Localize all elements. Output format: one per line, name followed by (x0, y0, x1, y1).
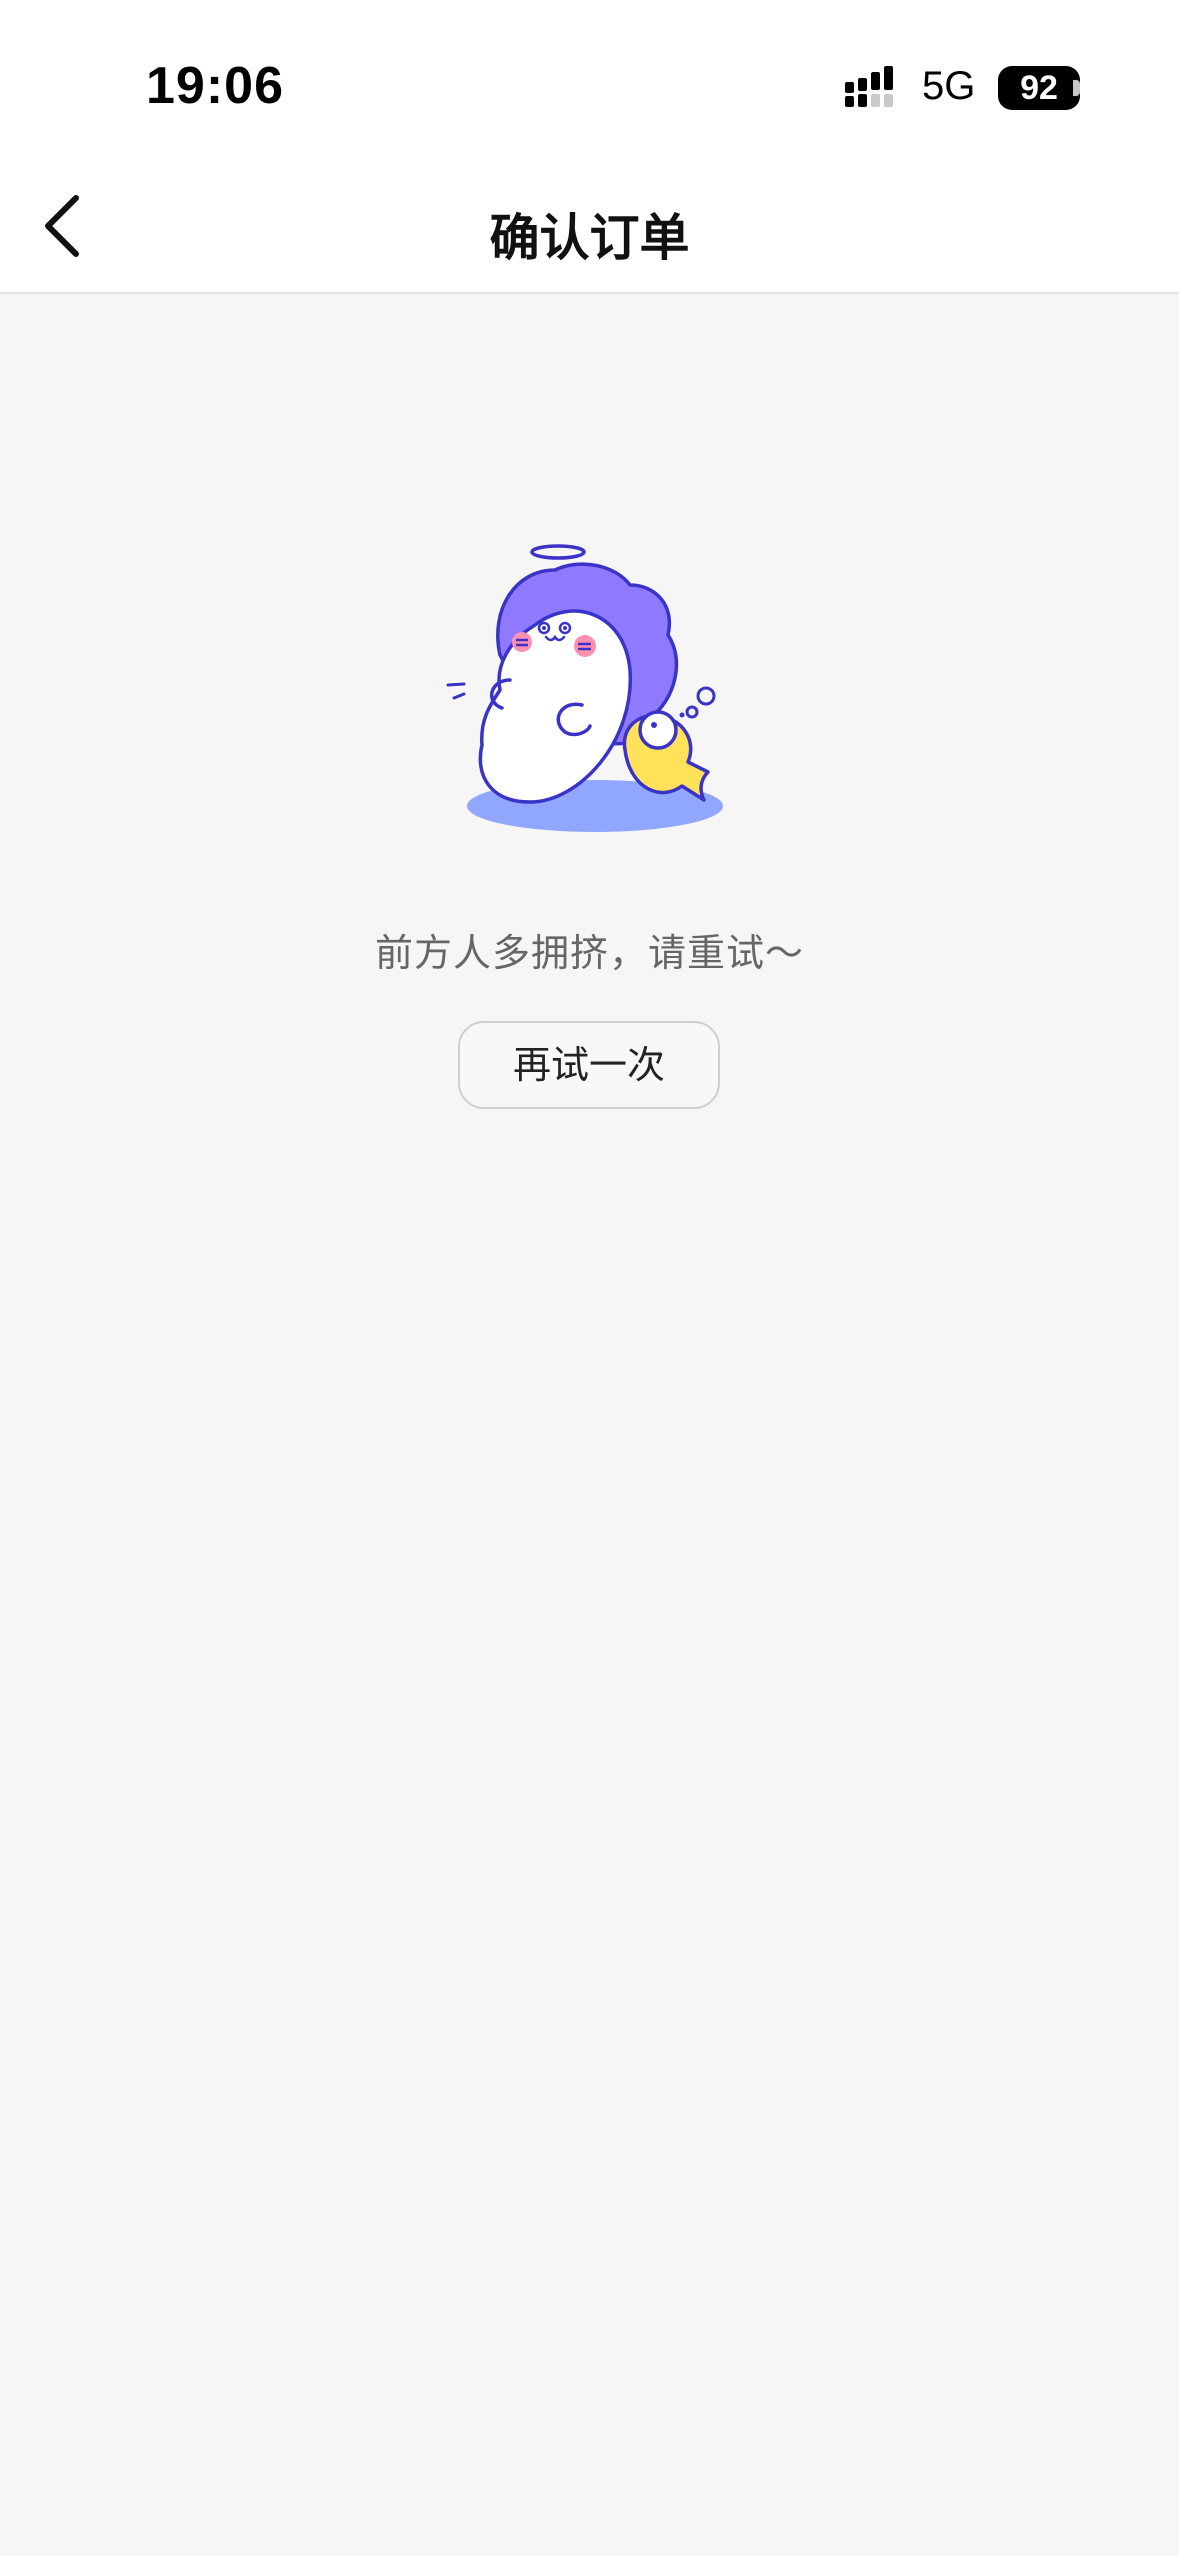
status-bar: 19:06 5G 92 (0, 0, 1179, 160)
error-message: 前方人多拥挤，请重试～ (374, 931, 804, 975)
retry-button[interactable]: 再试一次 (458, 1021, 720, 1109)
seal-mascot-illustration (446, 544, 723, 832)
screen: 19:06 5G 92 确认订单 前方人多拥挤，请重试～ 再试一次 (0, 0, 1179, 2556)
status-time: 19:06 (146, 57, 284, 115)
network-type-label: 5G (922, 64, 976, 108)
battery-icon: 92 (998, 66, 1080, 110)
page-title: 确认订单 (489, 209, 690, 267)
battery-level: 92 (1020, 69, 1058, 107)
signal-strength-icon (845, 66, 893, 107)
navigation-bar: 确认订单 (0, 160, 1179, 294)
battery-tip-icon (1073, 80, 1080, 96)
